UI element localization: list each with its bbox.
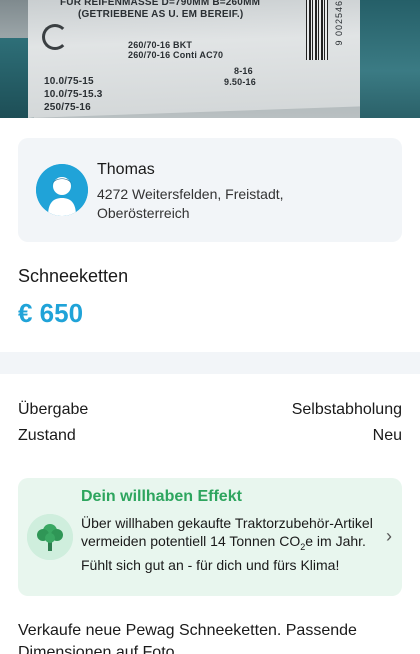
section-divider [0, 352, 420, 374]
barcode-number: 9 002546 [334, 0, 344, 46]
attribute-value-condition: Neu [372, 427, 402, 444]
seller-name: Thomas [97, 161, 155, 178]
product-photo[interactable]: FÜR REIFENMASSE D=790MM B=260MM (GETRIEB… [0, 0, 420, 118]
effect-title: Dein willhaben Effekt [81, 488, 242, 505]
photo-background-right [360, 0, 420, 118]
seller-location: 4272 Weitersfelden, Freistadt, Oberöster… [97, 186, 284, 221]
effect-text: Über willhaben gekaufte Traktorzubehör-A… [81, 514, 377, 574]
tree-icon [27, 514, 73, 560]
attribute-label-handover: Übergabe [18, 401, 89, 418]
photo-text-line: 10.0/75-15 [44, 76, 94, 87]
effect-card[interactable]: Dein willhaben Effekt Über willhaben gek… [18, 478, 402, 596]
listing-price: € 650 [18, 298, 84, 328]
photo-text-line: (GETRIEBENE AS U. EM BEREIF.) [78, 9, 244, 20]
photo-text-line: 8-16 [234, 66, 253, 76]
attribute-label-condition: Zustand [18, 427, 76, 444]
listing-title: Schneeketten [18, 266, 129, 286]
photo-clip [42, 24, 68, 50]
avatar-icon [36, 164, 88, 216]
photo-text-line: 10.0/75-15.3 [44, 89, 103, 100]
listing-description: Verkaufe neue Pewag Schneeketten. Passen… [18, 622, 357, 654]
photo-text-line: 260/70-16 Conti AC70 [128, 50, 224, 60]
attribute-value-handover: Selbstabholung [291, 401, 402, 418]
photo-text-line: FÜR REIFENMASSE D=790MM B=260MM [60, 0, 261, 8]
photo-text-line: 9.50-16 [224, 77, 256, 87]
chevron-right-icon[interactable]: › [386, 526, 392, 547]
seller-card[interactable]: Thomas 4272 Weitersfelden, Freistadt, Ob… [18, 138, 402, 242]
photo-text-line: 250/75-16 [44, 102, 91, 113]
barcode [306, 0, 328, 60]
